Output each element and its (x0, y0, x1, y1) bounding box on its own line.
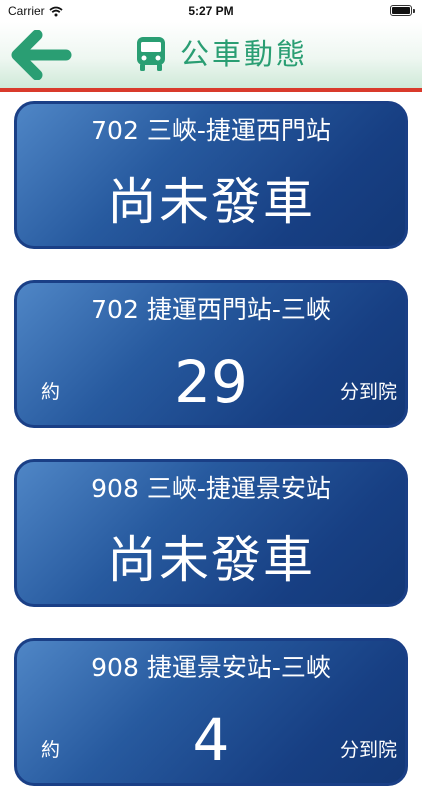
bus-route-label: 702 捷運西門站-三峽 (91, 295, 331, 324)
bus-route-label: 908 三峽-捷運景安站 (91, 474, 331, 503)
bus-status-text: 尚未發車 (107, 531, 315, 589)
bus-route-label: 702 三峽-捷運西門站 (91, 116, 331, 145)
bus-icon (137, 37, 165, 71)
app-header: 公車動態 (0, 22, 422, 92)
back-button[interactable] (10, 29, 72, 81)
arrow-left-icon (11, 29, 72, 81)
bus-card-702-outbound[interactable]: 702 三峽-捷運西門站 尚未發車 (14, 101, 408, 249)
bus-status-text: 尚未發車 (107, 173, 315, 231)
battery-icon (390, 5, 415, 16)
status-time: 5:27 PM (188, 4, 234, 18)
status-bar: Carrier 5:27 PM (0, 0, 422, 22)
bus-card-702-inbound[interactable]: 702 捷運西門站-三峽 約 29 分到院 (14, 280, 408, 428)
page-title-group: 公車動態 (134, 36, 308, 72)
bus-route-label: 908 捷運景安站-三峽 (91, 653, 331, 682)
bus-card-908-outbound[interactable]: 908 三峽-捷運景安站 尚未發車 (14, 459, 408, 607)
eta-suffix-label: 分到院 (339, 381, 397, 403)
battery-fill (392, 7, 410, 14)
bus-card-908-inbound[interactable]: 908 捷運景安站-三峽 約 4 分到院 (14, 638, 408, 786)
eta-suffix-label: 分到院 (339, 739, 397, 761)
page-title: 公車動態 (180, 37, 309, 71)
